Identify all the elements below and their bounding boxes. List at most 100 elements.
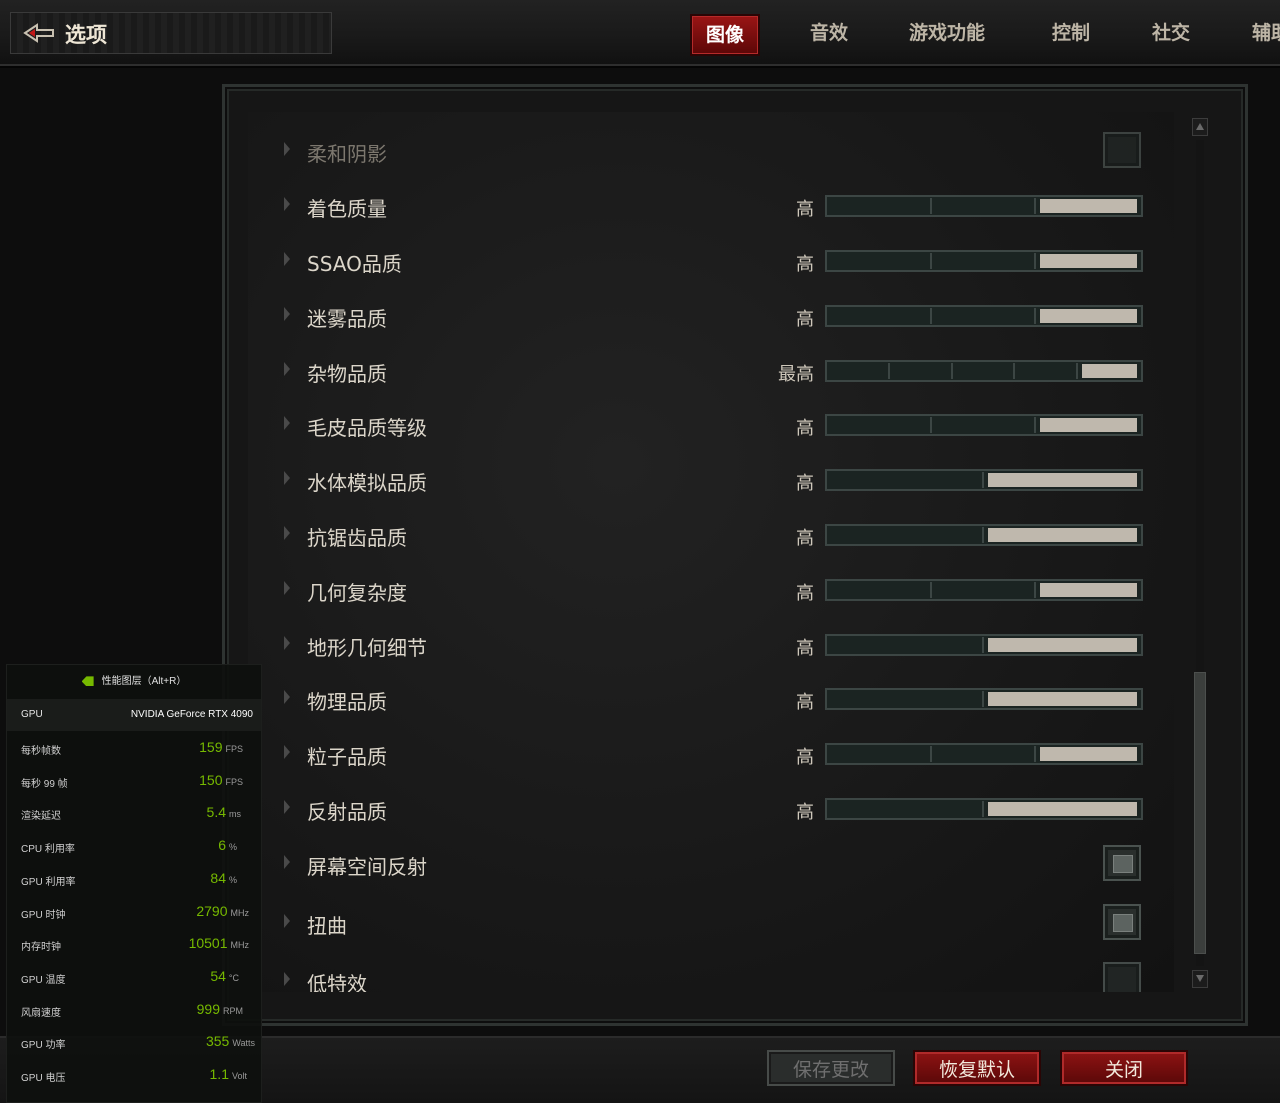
setting-row: 着色质量 高 xyxy=(248,185,1174,239)
row-marker-icon xyxy=(284,914,290,928)
setting-value: 高 xyxy=(796,418,814,439)
tab-graphics[interactable]: 图像 xyxy=(690,14,761,56)
setting-label: 抗锯齿品质 xyxy=(307,526,407,550)
slider-fill xyxy=(988,638,1137,652)
row-marker-icon xyxy=(284,362,290,376)
quality-slider[interactable] xyxy=(825,688,1143,710)
performance-overlay: 性能图层（Alt+R） GPU NVIDIA GeForce RTX 4090 … xyxy=(6,664,262,1103)
setting-label: 扭曲 xyxy=(307,914,347,938)
close-button[interactable]: 关闭 xyxy=(1060,1050,1188,1086)
gpu-name: NVIDIA GeForce RTX 4090 xyxy=(130,709,253,720)
setting-checkbox[interactable] xyxy=(1103,132,1141,168)
tab-accessibility[interactable]: 辅助 xyxy=(1252,14,1280,52)
metric-value: 54 °C xyxy=(210,968,239,984)
metric-number: 10501 xyxy=(188,935,228,952)
setting-label: 毛皮品质等级 xyxy=(307,416,427,440)
metric-unit: Volt xyxy=(231,1071,247,1081)
quality-slider[interactable] xyxy=(825,195,1143,217)
settings-scrollbar[interactable] xyxy=(1192,118,1208,988)
overlay-metric-row: 风扇速度 999 RPM xyxy=(7,995,261,1027)
setting-checkbox[interactable] xyxy=(1103,845,1141,881)
setting-label: SSAO品质 xyxy=(307,252,402,276)
tab-social[interactable]: 社交 xyxy=(1152,14,1190,52)
quality-slider[interactable] xyxy=(825,250,1143,272)
setting-row: 粒子品质 高 xyxy=(248,733,1174,787)
setting-value: 高 xyxy=(796,309,814,330)
quality-slider[interactable] xyxy=(825,798,1143,820)
metric-number: 1.1 xyxy=(209,1066,229,1082)
setting-checkbox[interactable] xyxy=(1103,962,1141,992)
slider-segment xyxy=(827,527,984,543)
metric-value: 84% xyxy=(210,870,237,886)
quality-slider[interactable] xyxy=(825,634,1143,656)
slider-fill xyxy=(1040,747,1137,761)
top-bar: 选项 图像 音效 游戏功能 控制 社交 辅助 xyxy=(0,0,1280,66)
metric-value: 159 FPS xyxy=(199,739,243,755)
overlay-metric-row: 渲染延迟 5.4 ms xyxy=(7,798,261,830)
setting-row: 抗锯齿品质 高 xyxy=(248,514,1174,568)
slider-fill xyxy=(1082,364,1137,378)
back-arrow-icon[interactable] xyxy=(23,21,55,45)
quality-slider[interactable] xyxy=(825,305,1143,327)
overlay-metric-row: 每秒帧数 159 FPS xyxy=(7,733,261,765)
metric-number: 159 xyxy=(199,739,223,755)
setting-value: 高 xyxy=(796,692,814,713)
metric-value: 2790 MHz xyxy=(196,903,249,919)
quality-slider[interactable] xyxy=(825,469,1143,491)
slider-segment xyxy=(827,746,1036,762)
row-marker-icon xyxy=(284,972,290,986)
slider-fill xyxy=(988,692,1137,706)
overlay-metric-row: GPU 温度 54 °C xyxy=(7,962,261,994)
setting-value: 高 xyxy=(796,199,814,220)
save-changes-button[interactable]: 保存更改 xyxy=(767,1050,895,1086)
setting-checkbox[interactable] xyxy=(1103,904,1141,940)
slider-segment xyxy=(827,472,984,488)
slider-segment xyxy=(827,417,1036,433)
scroll-up-icon[interactable] xyxy=(1192,118,1208,136)
restore-defaults-button[interactable]: 恢复默认 xyxy=(913,1050,1041,1086)
overlay-metric-row: GPU 利用率 84% xyxy=(7,864,261,896)
metric-label: 每秒 99 帧 xyxy=(21,778,68,790)
quality-slider[interactable] xyxy=(825,524,1143,546)
slider-fill xyxy=(1040,309,1137,323)
metric-label: 风扇速度 xyxy=(21,1007,61,1019)
metric-label: GPU 利用率 xyxy=(21,876,76,888)
slider-segment xyxy=(827,691,984,707)
checkbox-check-icon xyxy=(1113,914,1133,932)
tab-controls[interactable]: 控制 xyxy=(1052,14,1090,52)
row-marker-icon xyxy=(284,690,290,704)
overlay-metric-row: GPU 电压 1.1 Volt xyxy=(7,1060,261,1092)
slider-fill xyxy=(1040,199,1137,213)
setting-label: 粒子品质 xyxy=(307,745,387,769)
row-marker-icon xyxy=(284,745,290,759)
setting-row: 柔和阴影 xyxy=(248,130,1174,184)
metric-label: 内存时钟 xyxy=(21,942,61,954)
settings-list: 柔和阴影 着色质量高 SSAO品质高迷雾品质高杂物品质 最高 毛皮品质等级高水体模拟品质… xyxy=(248,112,1174,992)
setting-row: 扭曲 xyxy=(248,902,1174,956)
metric-unit: MHz xyxy=(230,907,250,918)
setting-value: 高 xyxy=(796,638,814,659)
metric-unit: Watts xyxy=(232,1038,255,1049)
tab-gameplay[interactable]: 游戏功能 xyxy=(909,14,985,52)
quality-slider[interactable] xyxy=(825,360,1143,382)
slider-segment xyxy=(827,253,1036,269)
metric-label: GPU 时钟 xyxy=(21,909,66,921)
title-area: 选项 xyxy=(10,12,332,54)
metric-unit: RPM xyxy=(223,1005,243,1016)
metric-label: GPU 功率 xyxy=(21,1040,66,1052)
tab-audio[interactable]: 音效 xyxy=(810,14,848,52)
quality-slider[interactable] xyxy=(825,579,1143,601)
scroll-down-icon[interactable] xyxy=(1192,970,1208,988)
quality-slider[interactable] xyxy=(825,743,1143,765)
quality-slider[interactable] xyxy=(825,414,1143,436)
setting-value: 高 xyxy=(796,747,814,768)
metric-label: 每秒帧数 xyxy=(21,746,61,757)
row-marker-icon xyxy=(284,197,290,211)
metric-unit: FPS xyxy=(225,744,243,754)
slider-segment xyxy=(827,198,1036,214)
setting-row: 地形几何细节 高 xyxy=(248,624,1174,678)
metric-value: 10501 MHz xyxy=(189,935,249,951)
overlay-metric-row: 内存时钟 10501 MHz xyxy=(7,929,261,961)
slider-segment xyxy=(827,801,984,817)
scroll-thumb[interactable] xyxy=(1194,672,1206,954)
